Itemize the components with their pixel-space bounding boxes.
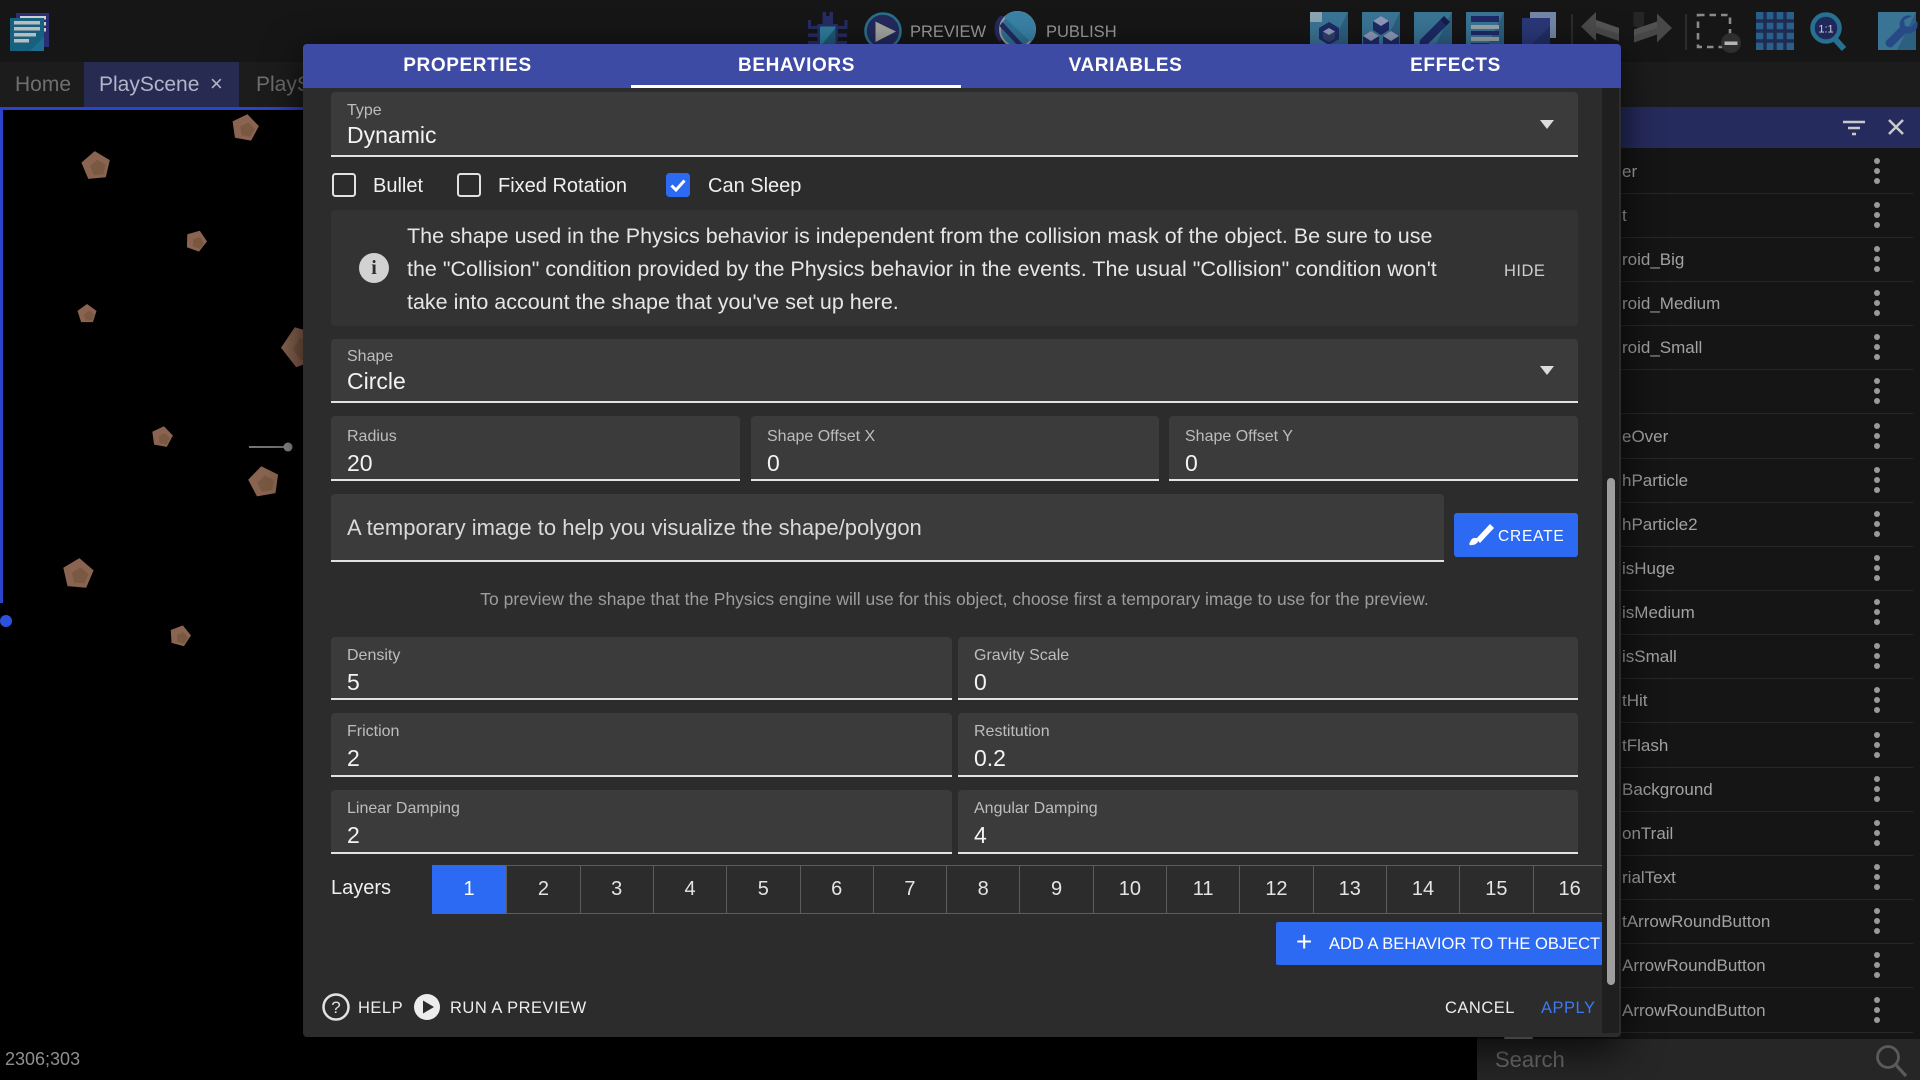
svg-text:PREVIEW: PREVIEW <box>910 23 987 41</box>
svg-text:CREATE: CREATE <box>1498 528 1565 545</box>
svg-text:?: ? <box>331 998 340 1017</box>
svg-text:PUBLISH: PUBLISH <box>1046 23 1117 41</box>
svg-text:1:1: 1:1 <box>1818 24 1833 36</box>
